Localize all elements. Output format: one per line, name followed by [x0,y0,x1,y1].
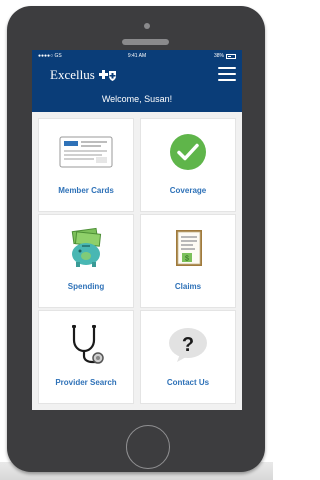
welcome-message: Welcome, Susan! [101,94,173,104]
status-time: 9:41 AM [127,53,147,59]
app-screen: ●●●●○ GS 9:41 AM 38% Excellus Welcome, S… [32,50,242,410]
cross-shield-icon [98,69,117,81]
tile-grid: Member Cards Coverage Spending $ Claims … [32,112,242,410]
tile-label: Provider Search [55,378,117,387]
tile-coverage[interactable]: Coverage [140,118,236,212]
money-piggy-bank-icon [39,223,133,273]
front-camera [144,23,150,29]
tile-member-cards[interactable]: Member Cards [38,118,134,212]
battery-indicator: 38% [214,50,236,62]
stethoscope-icon [39,319,133,369]
tile-label: Spending [67,282,105,291]
member-card-icon [39,127,133,177]
svg-text:?: ? [182,334,194,356]
battery-percent: 38% [213,53,224,59]
app-header: ●●●●○ GS 9:41 AM 38% Excellus Welcome, S… [32,50,242,112]
green-checkmark-icon [141,127,235,177]
tile-label: Coverage [169,186,207,195]
brand-logo[interactable]: Excellus [50,67,117,83]
tile-spending[interactable]: Spending [38,214,134,308]
tile-claims[interactable]: $ Claims [140,214,236,308]
tile-label: Contact Us [166,378,210,387]
tile-label: Member Cards [58,186,114,195]
brand-name: Excellus [50,67,95,82]
status-bar: ●●●●○ GS 9:41 AM 38% [32,50,242,62]
earpiece-speaker [122,39,169,45]
svg-text:$: $ [185,256,189,263]
claim-document-icon: $ [141,223,235,273]
question-bubble-icon: ? [141,319,235,369]
tile-contact-us[interactable]: ? Contact Us [140,310,236,404]
hamburger-menu-icon[interactable] [218,67,236,81]
battery-icon [226,53,236,59]
tile-provider-search[interactable]: Provider Search [38,310,134,404]
home-button[interactable] [126,425,170,469]
tile-label: Claims [174,282,202,291]
